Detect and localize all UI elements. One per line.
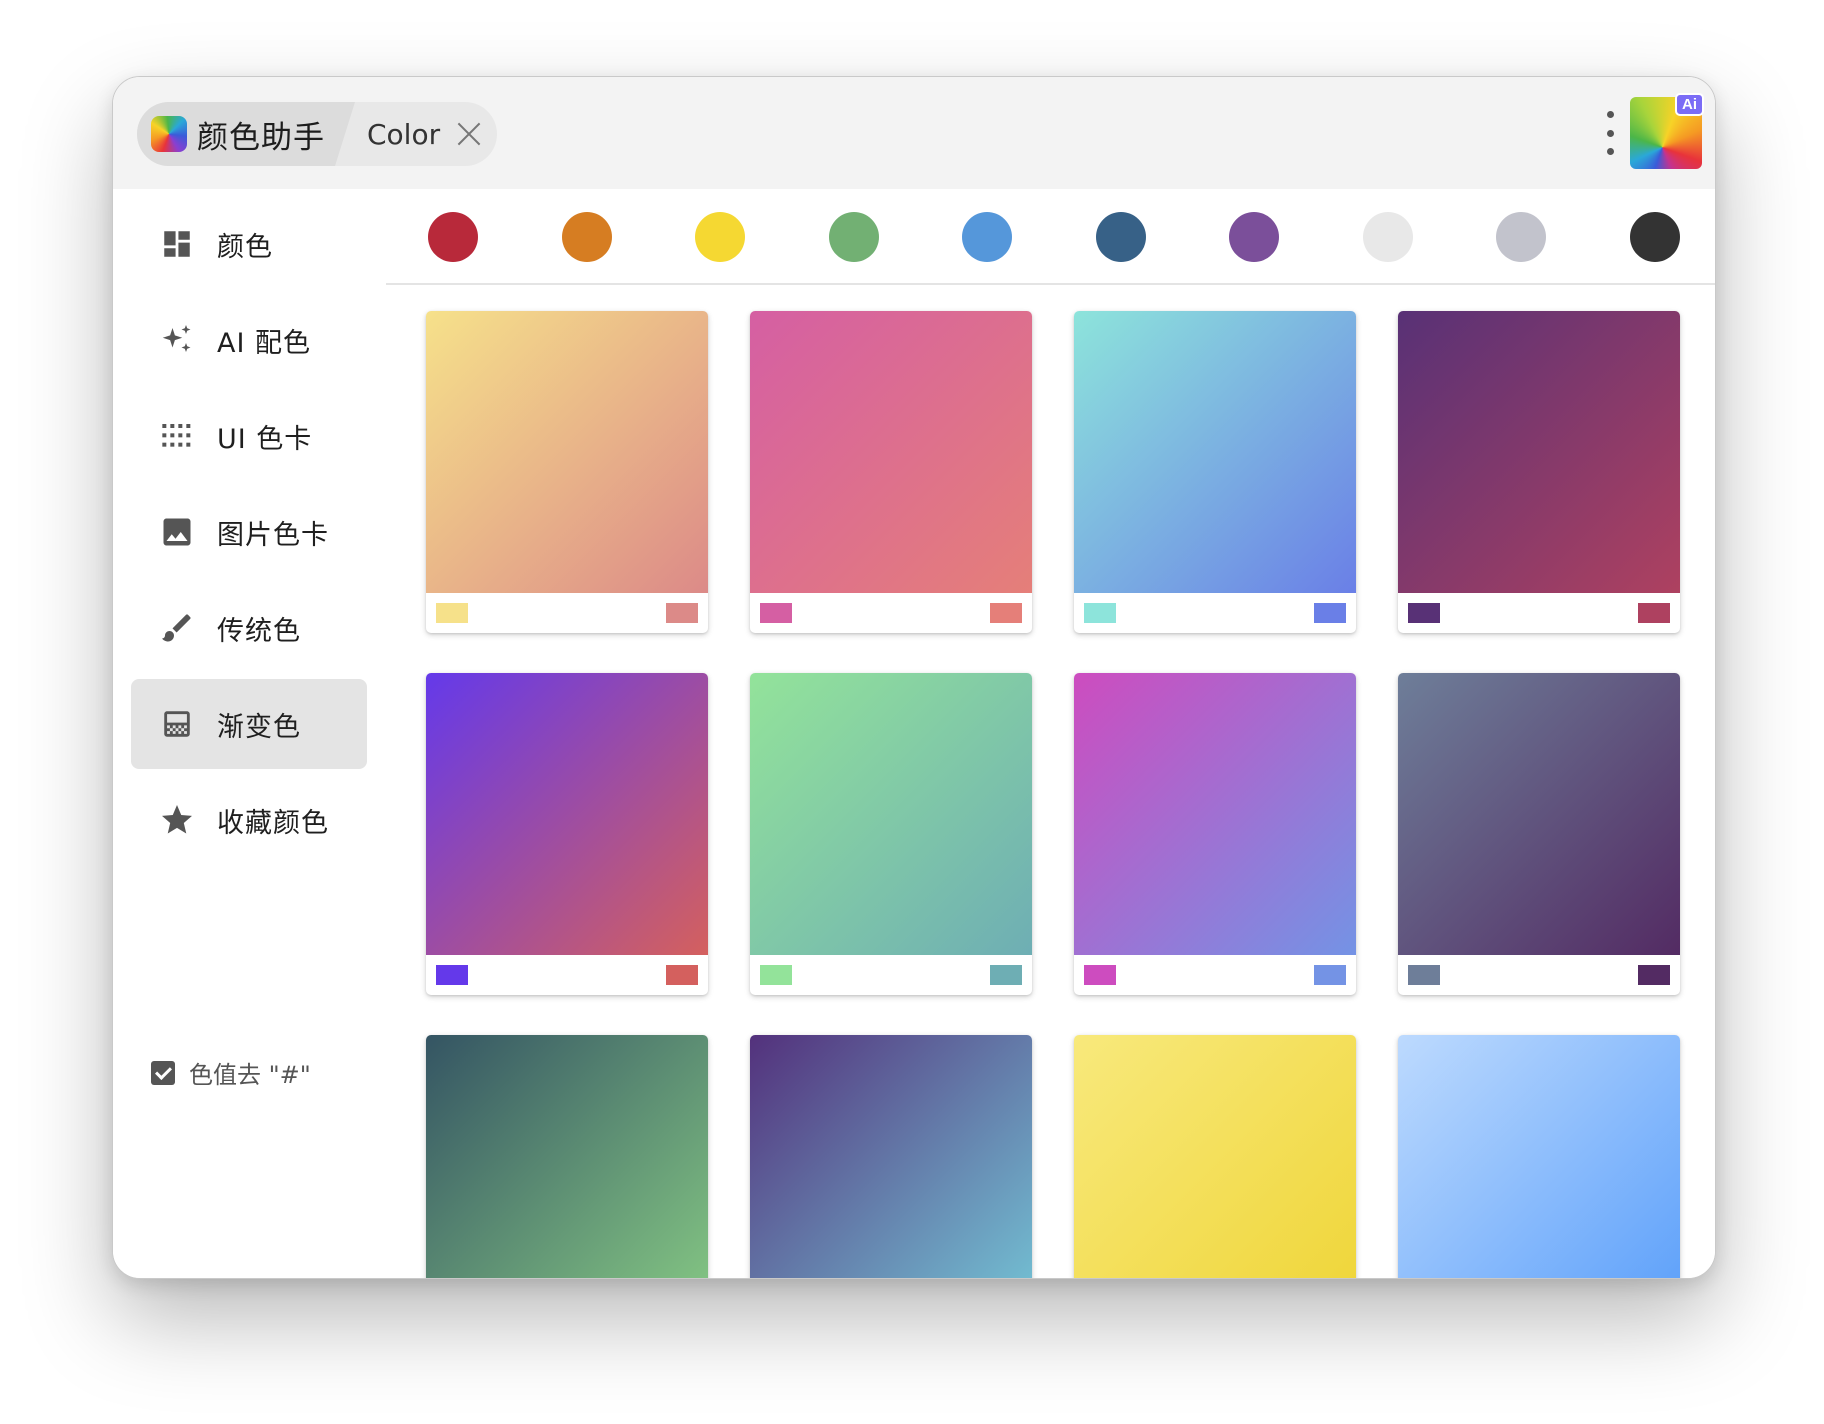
gradient-preview[interactable] <box>750 311 1032 593</box>
sidebar: 颜色 AI 配色 UI 色卡 图片色卡 传统色 渐变色 收藏颜色 色值去 "#" <box>113 189 367 1278</box>
gradient-grid <box>386 285 1715 1278</box>
gradient-preview[interactable] <box>426 673 708 955</box>
color-swatch[interactable] <box>828 212 879 262</box>
brush-icon <box>159 610 195 646</box>
strip-hash-checkbox[interactable] <box>151 1060 175 1085</box>
gradient-card[interactable] <box>1074 1035 1356 1278</box>
start-color-chip[interactable] <box>760 603 792 623</box>
gradient-preview[interactable] <box>1074 673 1356 955</box>
start-color-chip[interactable] <box>760 965 792 985</box>
end-color-chip[interactable] <box>990 603 1022 623</box>
end-color-chip[interactable] <box>666 603 698 623</box>
color-swatch[interactable] <box>1095 212 1146 262</box>
start-color-chip[interactable] <box>1084 603 1116 623</box>
color-swatch[interactable] <box>1229 212 1279 262</box>
sidebar-item-gradients[interactable]: 渐变色 <box>131 679 367 769</box>
color-swatch[interactable] <box>428 212 478 262</box>
gradient-card[interactable] <box>750 311 1032 633</box>
gradient-card[interactable] <box>750 673 1032 995</box>
gradient-card[interactable] <box>1398 1035 1680 1278</box>
sidebar-item-label: AI 配色 <box>217 327 312 359</box>
end-color-chip[interactable] <box>1638 603 1670 623</box>
sidebar-item-traditional-colors[interactable]: 传统色 <box>131 583 367 673</box>
start-color-chip[interactable] <box>1084 965 1116 985</box>
dot-grid-icon <box>159 418 195 454</box>
gradient-panel <box>386 189 1715 1278</box>
gradient-card[interactable] <box>426 1035 708 1278</box>
tab-label: Color <box>367 117 441 151</box>
end-color-chip[interactable] <box>990 965 1022 985</box>
sidebar-item-favorites[interactable]: 收藏颜色 <box>131 775 367 865</box>
gradient-stops <box>1074 593 1356 633</box>
gradient-preview[interactable] <box>1074 311 1356 593</box>
color-swatch[interactable] <box>1496 212 1546 262</box>
gradient-preview[interactable] <box>750 1035 1032 1278</box>
gradient-stops <box>1398 955 1680 995</box>
color-filter-row <box>386 189 1715 285</box>
gradient-stops <box>1398 593 1680 633</box>
app-logo-icon <box>151 116 187 152</box>
sidebar-item-label: 渐变色 <box>217 711 301 743</box>
app-window: 颜色助手 Color Ai 颜色 AI 配色 UI 色卡 图片色卡 传统色 渐变… <box>112 76 1716 1279</box>
gradient-stops <box>426 593 708 633</box>
tab-color[interactable]: Color <box>363 102 497 166</box>
sidebar-item-label: 收藏颜色 <box>217 807 329 839</box>
start-color-chip[interactable] <box>436 603 468 623</box>
sidebar-item-ui-palette[interactable]: UI 色卡 <box>131 391 367 481</box>
sidebar-item-label: 传统色 <box>217 615 301 647</box>
tab-color-assistant[interactable]: 颜色助手 <box>137 102 355 166</box>
color-swatch[interactable] <box>1629 212 1680 262</box>
tab-bar: 颜色助手 Color <box>137 102 497 166</box>
sidebar-item-label: 图片色卡 <box>217 519 329 551</box>
gradient-preview[interactable] <box>1398 673 1680 955</box>
gradient-preview[interactable] <box>750 673 1032 955</box>
gradient-stops <box>1074 955 1356 995</box>
sparkle-icon <box>159 322 195 358</box>
strip-hash-label: 色值去 "#" <box>189 1061 311 1089</box>
gradient-card[interactable] <box>1074 673 1356 995</box>
gradient-preview[interactable] <box>1074 1035 1356 1278</box>
gradient-icon <box>159 706 195 742</box>
ai-badge: Ai <box>1675 93 1704 116</box>
gradient-stops <box>750 955 1032 995</box>
close-icon[interactable] <box>456 121 482 147</box>
sidebar-item-label: UI 色卡 <box>217 423 313 455</box>
strip-hash-option[interactable]: 色值去 "#" <box>151 1055 311 1090</box>
more-menu-icon[interactable] <box>1602 111 1618 155</box>
sidebar-item-ai-palette[interactable]: AI 配色 <box>131 295 367 385</box>
gradient-stops <box>750 593 1032 633</box>
gradient-preview[interactable] <box>1398 311 1680 593</box>
ai-logo-icon[interactable]: Ai <box>1630 93 1704 169</box>
gradient-card[interactable] <box>1398 311 1680 633</box>
end-color-chip[interactable] <box>1638 965 1670 985</box>
sidebar-item-colors[interactable]: 颜色 <box>131 199 367 289</box>
gradient-preview[interactable] <box>426 311 708 593</box>
gradient-preview[interactable] <box>426 1035 708 1278</box>
gradient-card[interactable] <box>1398 673 1680 995</box>
end-color-chip[interactable] <box>666 965 698 985</box>
start-color-chip[interactable] <box>1408 603 1440 623</box>
gradient-card[interactable] <box>426 311 708 633</box>
star-icon <box>159 802 195 838</box>
end-color-chip[interactable] <box>1314 965 1346 985</box>
gradient-preview[interactable] <box>1398 1035 1680 1278</box>
color-swatch[interactable] <box>1362 212 1413 262</box>
end-color-chip[interactable] <box>1314 603 1346 623</box>
tab-label: 颜色助手 <box>197 119 325 156</box>
gradient-card[interactable] <box>426 673 708 995</box>
sidebar-item-image-palette[interactable]: 图片色卡 <box>131 487 367 577</box>
color-swatch[interactable] <box>695 212 745 262</box>
gradient-stops <box>426 955 708 995</box>
color-swatch[interactable] <box>561 212 612 262</box>
sidebar-item-label: 颜色 <box>217 231 273 263</box>
start-color-chip[interactable] <box>436 965 468 985</box>
gradient-card[interactable] <box>750 1035 1032 1278</box>
start-color-chip[interactable] <box>1408 965 1440 985</box>
dashboard-icon <box>159 226 195 262</box>
title-bar: 颜色助手 Color Ai <box>113 77 1715 189</box>
image-icon <box>159 514 195 550</box>
color-swatch[interactable] <box>962 212 1012 262</box>
gradient-card[interactable] <box>1074 311 1356 633</box>
